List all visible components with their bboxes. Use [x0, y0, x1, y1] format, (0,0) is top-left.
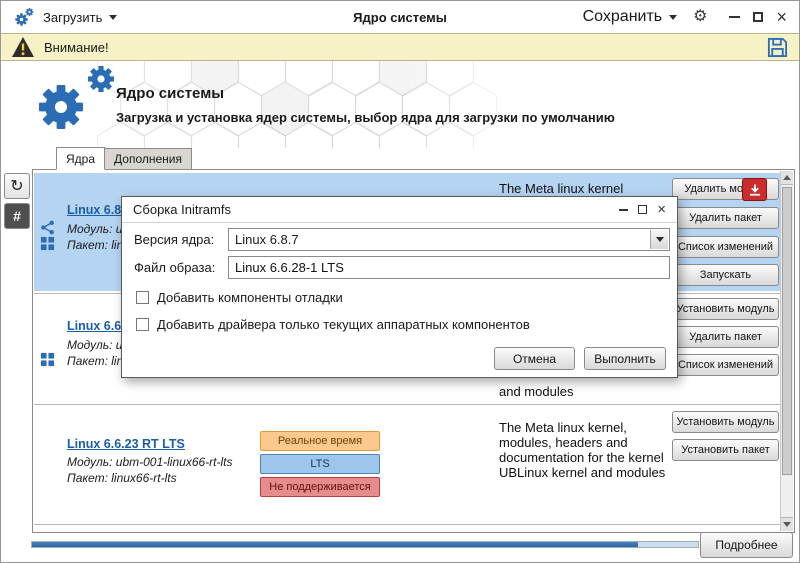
checkbox-icon	[136, 318, 149, 331]
maximize-button[interactable]	[753, 12, 763, 22]
modules-grid-icon	[40, 236, 55, 251]
kernel-module-label: Модуль: u	[67, 222, 122, 236]
progress-fill	[32, 542, 638, 547]
image-file-label: Файл образа:	[134, 260, 215, 275]
list-divider	[34, 524, 781, 525]
install-module-button[interactable]: Установить модуль	[672, 411, 779, 433]
hash-button[interactable]: #	[4, 203, 30, 229]
warning-text: Внимание!	[44, 40, 109, 55]
dialog-close-button[interactable]: ×	[657, 204, 666, 216]
kernel-description: The Meta linux kernel, modules, headers …	[499, 420, 675, 480]
minimize-button[interactable]	[729, 16, 740, 18]
app-window: Загрузить Ядро системы Сохранить ⚙ × Вни…	[0, 0, 800, 563]
delete-package-button[interactable]: Удалить пакет	[672, 207, 779, 229]
dialog-minimize-button[interactable]	[619, 209, 628, 211]
download-icon	[748, 183, 762, 197]
chevron-down-icon	[109, 15, 117, 20]
kernel-name-link[interactable]: Linux 6.6.23 RT LTS	[67, 437, 185, 451]
app-logo-gears-icon	[13, 6, 35, 28]
progress-bar	[31, 541, 699, 548]
share-nodes-icon	[40, 220, 55, 235]
kernel-description: and modules	[499, 384, 675, 399]
execute-button[interactable]: Выполнить	[584, 347, 666, 370]
cancel-button[interactable]: Отмена	[494, 347, 575, 370]
kernel-package-label: Пакет: linux66-rt-lts	[67, 471, 177, 485]
kernel-description: The Meta linux kernel	[499, 181, 675, 196]
dialog-title: Сборка Initramfs	[133, 202, 231, 217]
scroll-up-button[interactable]	[781, 171, 793, 185]
delete-package-button[interactable]: Удалить пакет	[672, 326, 779, 348]
download-update-button[interactable]	[742, 178, 767, 201]
kernel-package-label: Пакет: lin	[67, 238, 123, 252]
list-divider	[34, 404, 781, 405]
modules-grid-icon	[40, 352, 55, 367]
badge-unsupported: Не поддерживается	[260, 477, 380, 497]
tab-addons[interactable]: Дополнения	[105, 148, 192, 170]
install-module-button[interactable]: Установить модуль	[672, 298, 779, 320]
triangle-down-icon	[783, 522, 791, 527]
load-button-label: Загрузить	[43, 10, 102, 25]
title-bar: Загрузить Ядро системы Сохранить ⚙ ×	[1, 1, 799, 33]
tab-bar: Ядра Дополнения	[56, 147, 192, 170]
page-header: Ядро системы Загрузка и установка ядер с…	[1, 61, 799, 148]
changelog-button[interactable]: Список изменений	[672, 354, 779, 376]
kernel-version-label: Версия ядра:	[134, 232, 214, 247]
page-title: Ядро системы	[116, 85, 224, 102]
scroll-down-button[interactable]	[781, 517, 793, 531]
checkbox-current-hardware-drivers[interactable]: Добавить драйвера только текущих аппарат…	[136, 317, 530, 332]
chevron-down-icon	[669, 15, 677, 20]
warning-icon	[11, 36, 35, 58]
floppy-disk-icon	[766, 36, 789, 59]
dialog-title-bar: Сборка Initramfs ×	[122, 197, 677, 223]
kernel-module-label: Модуль: u	[67, 338, 122, 352]
kernel-module-label: Модуль: ubm-001-linux66-rt-lts	[67, 455, 233, 469]
kernel-gears-icon	[13, 61, 129, 148]
refresh-button[interactable]: ↻	[4, 173, 30, 199]
image-file-input[interactable]	[228, 256, 670, 279]
scrollbar-thumb[interactable]	[782, 187, 792, 475]
triangle-up-icon	[783, 175, 791, 180]
dialog-maximize-button[interactable]	[638, 205, 647, 214]
kernel-package-label: Пакет: lin	[67, 354, 123, 368]
checkbox-debug-components[interactable]: Добавить компоненты отладки	[136, 290, 343, 305]
hash-icon: #	[13, 208, 21, 224]
load-button[interactable]: Загрузить	[43, 10, 117, 25]
details-button[interactable]: Подробнее	[700, 532, 793, 558]
save-button[interactable]: Сохранить	[583, 8, 678, 26]
chevron-down-icon	[656, 237, 664, 242]
save-file-button[interactable]	[766, 36, 789, 59]
save-button-label: Сохранить	[583, 8, 663, 26]
warning-banner: Внимание!	[1, 33, 799, 61]
kernel-name-link[interactable]: Linux 6.8.	[67, 203, 125, 217]
refresh-icon: ↻	[10, 176, 23, 196]
settings-gear-icon[interactable]: ⚙	[693, 9, 707, 25]
page-subtitle: Загрузка и установка ядер системы, выбор…	[116, 110, 615, 125]
install-package-button[interactable]: Установить пакет	[672, 439, 779, 461]
initramfs-dialog: Сборка Initramfs × Версия ядра: Linux 6.…	[121, 196, 678, 378]
close-button[interactable]: ×	[776, 10, 787, 24]
kernel-version-value: Linux 6.8.7	[235, 232, 299, 247]
kernel-name-link[interactable]: Linux 6.6.	[67, 319, 125, 333]
vertical-scrollbar[interactable]	[780, 171, 793, 531]
kernel-version-combo[interactable]: Linux 6.8.7	[228, 228, 670, 251]
changelog-button[interactable]: Список изменений	[672, 236, 779, 258]
checkbox-icon	[136, 291, 149, 304]
badge-lts: LTS	[260, 454, 380, 474]
checkbox-label: Добавить драйвера только текущих аппарат…	[157, 317, 530, 332]
tab-kernels[interactable]: Ядра	[56, 147, 105, 170]
badge-realtime: Реальное время	[260, 431, 380, 451]
checkbox-label: Добавить компоненты отладки	[157, 290, 343, 305]
launch-button[interactable]: Запускать	[672, 264, 779, 286]
kernel-list-item[interactable]: Linux 6.6.23 RT LTS Модуль: ubm-001-linu…	[34, 406, 781, 522]
combo-dropdown-button[interactable]	[650, 230, 668, 249]
